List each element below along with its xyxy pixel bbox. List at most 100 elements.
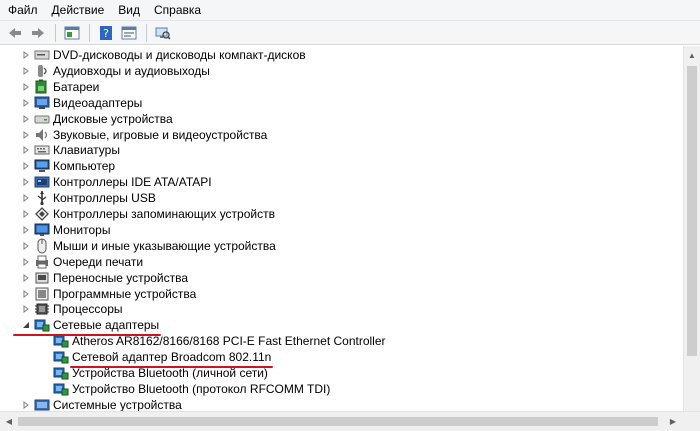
tree-category-row[interactable]: Сетевые адаптеры xyxy=(20,317,159,333)
tree-category-row[interactable]: Очереди печати xyxy=(20,254,143,270)
properties-icon[interactable] xyxy=(61,23,83,43)
tree-category-label: Переносные устройства xyxy=(53,270,189,285)
horizontal-scroll-thumb[interactable] xyxy=(18,417,658,426)
tree-device-label: Сетевой адаптер Broadcom 802.11n xyxy=(72,350,272,365)
tree-category-label: Процессоры xyxy=(53,302,123,317)
tree-category-row[interactable]: Процессоры xyxy=(20,301,123,317)
tree-category-row[interactable]: Мониторы xyxy=(20,222,110,238)
tree-category-label: Звуковые, игровые и видеоустройства xyxy=(53,127,268,142)
expand-arrow-icon[interactable] xyxy=(20,63,32,79)
tree-category-label: Мыши и иные указывающие устройства xyxy=(53,238,276,253)
display-adapter-icon xyxy=(34,95,50,111)
tree-category-row[interactable]: Дисковые устройства xyxy=(20,111,173,127)
tree-category-row[interactable]: Системные устройства xyxy=(20,397,182,411)
expand-arrow-icon[interactable] xyxy=(20,47,32,63)
tree-category-label: Программные устройства xyxy=(53,286,197,301)
tree-category-label: Сетевые адаптеры xyxy=(53,318,160,333)
menu-help[interactable]: Справка xyxy=(147,0,208,20)
tree-category-row[interactable]: Мыши и иные указывающие устройства xyxy=(20,238,276,254)
tree-category-label: DVD-дисководы и дисководы компакт-дисков xyxy=(53,48,306,62)
scroll-up-icon[interactable]: ▲ xyxy=(686,49,698,61)
network-adapter-icon xyxy=(34,317,50,333)
expand-arrow-icon[interactable] xyxy=(20,158,32,174)
tree-category-label: Контроллеры запоминающих устройств xyxy=(53,207,275,221)
ide-controller-icon xyxy=(34,174,50,190)
expand-arrow-icon[interactable] xyxy=(20,270,32,286)
expand-arrow-icon[interactable] xyxy=(20,238,32,254)
tree-category-label: Батареи xyxy=(53,79,100,94)
expand-arrow-icon[interactable] xyxy=(20,206,32,222)
keyboard-icon xyxy=(34,142,50,158)
tree-category-row[interactable]: Звуковые, игровые и видеоустройства xyxy=(20,127,267,143)
processor-icon xyxy=(34,301,50,317)
audio-io-icon xyxy=(34,63,50,79)
annotation-underline xyxy=(13,334,162,337)
toolbar-separator xyxy=(146,23,147,42)
sound-icon xyxy=(34,127,50,143)
network-device-icon xyxy=(53,349,69,365)
storage-controller-icon xyxy=(34,206,50,222)
tree-category-row[interactable]: Контроллеры IDE ATA/ATAPI xyxy=(20,174,212,190)
expand-arrow-icon[interactable] xyxy=(20,301,32,317)
toolbar: ? xyxy=(0,21,700,45)
back-arrow-icon[interactable] xyxy=(4,23,26,43)
expand-arrow-icon[interactable] xyxy=(20,95,32,111)
software-device-icon xyxy=(34,286,50,302)
battery-icon xyxy=(34,79,50,95)
tree-category-row[interactable]: Переносные устройства xyxy=(20,270,188,286)
network-device-icon xyxy=(53,365,69,381)
collapse-arrow-icon[interactable] xyxy=(20,317,32,333)
tree-category-label: Мониторы xyxy=(53,222,111,237)
tree-category-row[interactable]: Аудиовходы и аудиовыходы xyxy=(20,63,210,79)
tree-device-label: Устройство Bluetooth (протокол RFCOMM TD… xyxy=(72,381,331,396)
scroll-left-icon[interactable]: ◀ xyxy=(3,415,15,427)
scroll-right-icon[interactable]: ▶ xyxy=(667,415,679,427)
expand-arrow-icon[interactable] xyxy=(20,222,32,238)
expand-arrow-icon[interactable] xyxy=(20,397,32,411)
monitor-icon xyxy=(34,222,50,238)
menu-view[interactable]: Вид xyxy=(111,0,147,20)
horizontal-scrollbar[interactable]: ◀ ▶ xyxy=(0,411,700,431)
toolbar-separator xyxy=(89,23,90,42)
tree-category-label: Аудиовходы и аудиовыходы xyxy=(53,63,210,78)
menu-file[interactable]: Файл xyxy=(0,0,45,20)
tree-category-row[interactable]: Видеоадаптеры xyxy=(20,95,142,111)
tree-category-label: Системные устройства xyxy=(53,397,182,411)
expand-arrow-icon[interactable] xyxy=(20,111,32,127)
help-icon[interactable]: ? xyxy=(95,23,117,43)
tree-category-row[interactable]: Клавиатуры xyxy=(20,142,120,158)
tree-category-row[interactable]: Компьютер xyxy=(20,158,115,174)
expand-arrow-icon[interactable] xyxy=(20,79,32,95)
vertical-scrollbar[interactable]: ▲ xyxy=(683,46,700,411)
expand-arrow-icon[interactable] xyxy=(20,254,32,270)
device-tree[interactable]: DVD-дисководы и дисководы компакт-дисков… xyxy=(0,46,683,411)
tree-category-row[interactable]: Контроллеры USB xyxy=(20,190,156,206)
tree-category-row[interactable]: Программные устройства xyxy=(20,286,196,302)
tree-category-label: Очереди печати xyxy=(53,254,144,269)
menu-action[interactable]: Действие xyxy=(45,0,112,20)
expand-arrow-icon[interactable] xyxy=(20,142,32,158)
annotation-underline xyxy=(70,366,274,369)
tree-category-label: Компьютер xyxy=(53,159,116,174)
tree-device-row[interactable]: Сетевой адаптер Broadcom 802.11n xyxy=(51,349,271,365)
dvd-drive-icon xyxy=(34,47,50,63)
tree-category-label: Клавиатуры xyxy=(53,143,120,158)
expand-arrow-icon[interactable] xyxy=(20,174,32,190)
mouse-icon xyxy=(34,238,50,254)
scan-hardware-icon[interactable] xyxy=(152,23,174,43)
forward-arrow-icon[interactable] xyxy=(27,23,49,43)
tree-device-row[interactable]: Устройство Bluetooth (протокол RFCOMM TD… xyxy=(51,381,330,397)
system-device-icon xyxy=(34,397,50,411)
computer-icon xyxy=(34,158,50,174)
expand-arrow-icon[interactable] xyxy=(20,190,32,206)
tree-category-label: Контроллеры IDE ATA/ATAPI xyxy=(53,175,212,190)
show-hide-icon[interactable] xyxy=(118,23,140,43)
disk-drive-icon xyxy=(34,111,50,127)
tree-category-row[interactable]: DVD-дисководы и дисководы компакт-дисков xyxy=(20,47,306,63)
expand-arrow-icon[interactable] xyxy=(20,286,32,302)
tree-category-row[interactable]: Контроллеры запоминающих устройств xyxy=(20,206,275,222)
expand-arrow-icon[interactable] xyxy=(20,127,32,143)
usb-icon xyxy=(34,190,50,206)
tree-category-row[interactable]: Батареи xyxy=(20,79,99,95)
vertical-scroll-thumb[interactable] xyxy=(687,66,697,356)
